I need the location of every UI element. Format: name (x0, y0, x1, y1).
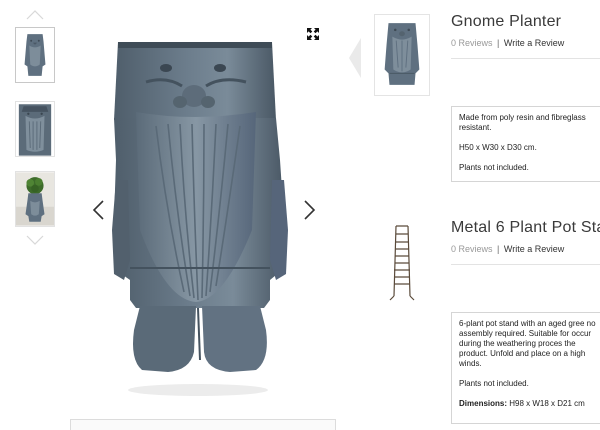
description-plants-note: Plants not included. (459, 163, 529, 172)
product-thumbnail-plant-stand[interactable] (374, 222, 430, 304)
product-thumbnail-gnome-planter[interactable] (374, 14, 430, 96)
description-features: 6-plant pot stand with an aged gree no a… (459, 319, 596, 368)
review-count[interactable]: 0 Reviews (451, 38, 493, 48)
thumbnails-up-arrow[interactable] (25, 9, 45, 21)
write-review-link[interactable]: Write a Review (504, 38, 564, 48)
thumbnail-gnome-angle[interactable] (15, 101, 55, 157)
product-description: Made from poly resin and fibreglass resi… (451, 106, 600, 182)
product-reviews-line: 0 Reviews | Write a Review (451, 244, 564, 254)
related-products-pointer (349, 38, 361, 78)
description-dimensions: Dimensions: H98 x W18 x D21 cm (459, 399, 600, 409)
dimensions-label: Dimensions: (459, 399, 508, 408)
chevron-right-icon[interactable] (303, 199, 317, 221)
product-title[interactable]: Gnome Planter (451, 13, 561, 31)
thumbnail-gnome-front[interactable] (15, 27, 55, 83)
description-plants-note: Plants not included. (459, 379, 529, 388)
chevron-left-icon[interactable] (91, 199, 105, 221)
expand-arrows-icon[interactable] (307, 28, 319, 40)
description-dimensions: H50 x W30 x D30 cm. (459, 143, 537, 152)
thumbnail-gnome-with-plant[interactable] (15, 171, 55, 227)
write-review-link[interactable]: Write a Review (504, 244, 564, 254)
review-count[interactable]: 0 Reviews (451, 244, 493, 254)
description-material: Made from poly resin and fibreglass resi… (459, 113, 586, 132)
divider (451, 264, 600, 265)
thumbnails-down-arrow[interactable] (25, 234, 45, 246)
dimensions-value: H98 x W18 x D21 cm (509, 399, 585, 408)
product-reviews-line: 0 Reviews | Write a Review (451, 38, 564, 48)
product-description: 6-plant pot stand with an aged gree no a… (451, 312, 600, 424)
separator: | (497, 244, 500, 254)
main-product-image[interactable] (100, 30, 300, 400)
product-title[interactable]: Metal 6 Plant Pot Stan (451, 219, 600, 237)
separator: | (497, 38, 500, 48)
divider (451, 58, 600, 59)
bottom-panel-edge (70, 419, 336, 430)
